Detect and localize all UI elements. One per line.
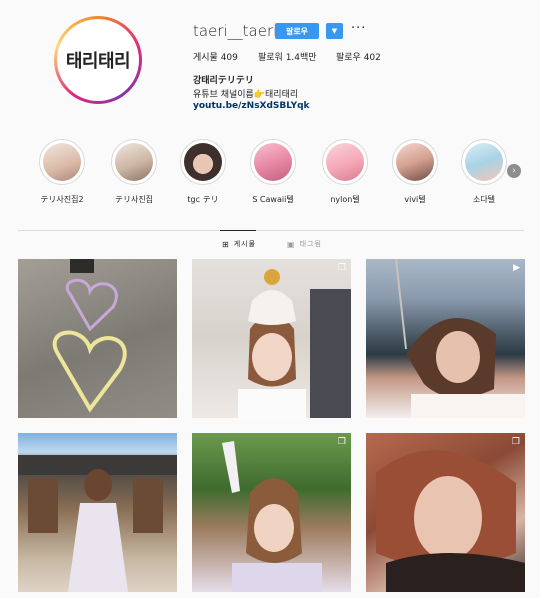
- follow-button[interactable]: 팔로우: [275, 23, 319, 39]
- highlight-thumbnail: [465, 143, 503, 181]
- woman-closeup-image: [376, 450, 525, 592]
- highlight-item[interactable]: 소다텔: [455, 139, 513, 205]
- video-icon: ▶: [513, 263, 520, 273]
- highlight-item[interactable]: tgc テリ: [174, 139, 232, 205]
- highlight-thumbnail: [254, 143, 292, 181]
- highlight-thumbnail: [326, 143, 364, 181]
- tab-posts[interactable]: ⊞ 게시물: [222, 239, 256, 249]
- multi-photo-icon: ❐: [511, 437, 520, 447]
- profile-picture[interactable]: 태리태리: [54, 16, 142, 104]
- suggestions-dropdown-button[interactable]: ▼: [326, 23, 343, 39]
- tab-tagged[interactable]: ▣ 태그됨: [287, 239, 322, 249]
- highlight-thumbnail: [43, 143, 81, 181]
- multi-photo-icon: ❐: [337, 263, 346, 273]
- more-icon: ···: [351, 21, 367, 36]
- highlight-label: 소다텔: [472, 195, 496, 204]
- stat-following[interactable]: 팔로우 402: [336, 50, 381, 63]
- stat-posts: 게시물 409: [193, 53, 238, 63]
- highlight-label: テリ사진집: [114, 195, 154, 204]
- grid-icon: ⊞: [222, 239, 230, 249]
- bio-name: 강태리テリテリ: [193, 76, 254, 86]
- username: taeri__taeri: [193, 22, 278, 40]
- chalk-hearts-image: [52, 259, 127, 413]
- highlight-item[interactable]: S Cawaii텔: [244, 139, 302, 205]
- chevron-down-icon: ▼: [331, 27, 338, 35]
- highlight-ring: [461, 139, 507, 185]
- highlight-ring: [111, 139, 157, 185]
- highlight-label: nylon텔: [330, 195, 360, 204]
- highlight-thumbnail: [396, 143, 434, 181]
- post-thumbnail[interactable]: [18, 259, 177, 418]
- post-thumbnail[interactable]: ❐: [192, 433, 351, 592]
- stat-followers[interactable]: 팔로워 1.4백만: [258, 50, 317, 63]
- highlights-next-button[interactable]: ›: [507, 164, 521, 178]
- woman-at-hanok-image: [18, 455, 177, 592]
- highlight-thumbnail: [115, 143, 153, 181]
- highlight-ring: [322, 139, 368, 185]
- tab-posts-label: 게시물: [233, 240, 257, 248]
- woman-bunny-ears-image: [222, 441, 322, 592]
- highlight-label: S Cawaii텔: [252, 195, 294, 204]
- highlight-label: tgc テリ: [187, 195, 219, 204]
- highlight-label: vivi텔: [404, 195, 426, 204]
- highlight-label: テリ사진집2: [40, 195, 84, 204]
- bio-text: 유튜브 채널이름👉태리태리: [193, 90, 299, 100]
- highlight-ring: [180, 139, 226, 185]
- tagged-icon: ▣: [287, 239, 296, 249]
- profile-logo-text: 태리태리: [65, 51, 131, 72]
- highlight-item[interactable]: nylon텔: [316, 139, 374, 205]
- highlight-ring: [392, 139, 438, 185]
- tab-tagged-label: 태그됨: [299, 240, 322, 248]
- highlight-thumbnail: [184, 143, 222, 181]
- bio-link[interactable]: youtu.be/zNsXdSBLYqk: [193, 101, 310, 111]
- post-thumbnail[interactable]: ❐: [366, 433, 525, 592]
- post-thumbnail[interactable]: [18, 433, 177, 592]
- post-thumbnail[interactable]: ❐: [192, 259, 351, 418]
- highlight-ring: [39, 139, 85, 185]
- profile-picture-inner: 태리태리: [57, 19, 139, 101]
- highlight-item[interactable]: テリ사진집2: [33, 139, 91, 205]
- woman-on-boat-image: [395, 259, 525, 418]
- multi-photo-icon: ❐: [337, 437, 346, 447]
- more-options-button[interactable]: ···: [351, 21, 366, 36]
- highlight-item[interactable]: テリ사진집: [105, 139, 163, 205]
- tabs-divider: [18, 230, 524, 231]
- post-thumbnail[interactable]: ▶: [366, 259, 525, 418]
- woman-with-cake-hat-image: [238, 269, 351, 418]
- chevron-right-icon: ›: [512, 166, 516, 176]
- highlight-item[interactable]: vivi텔: [386, 139, 444, 205]
- active-tab-indicator: [220, 230, 256, 231]
- highlight-ring: [250, 139, 296, 185]
